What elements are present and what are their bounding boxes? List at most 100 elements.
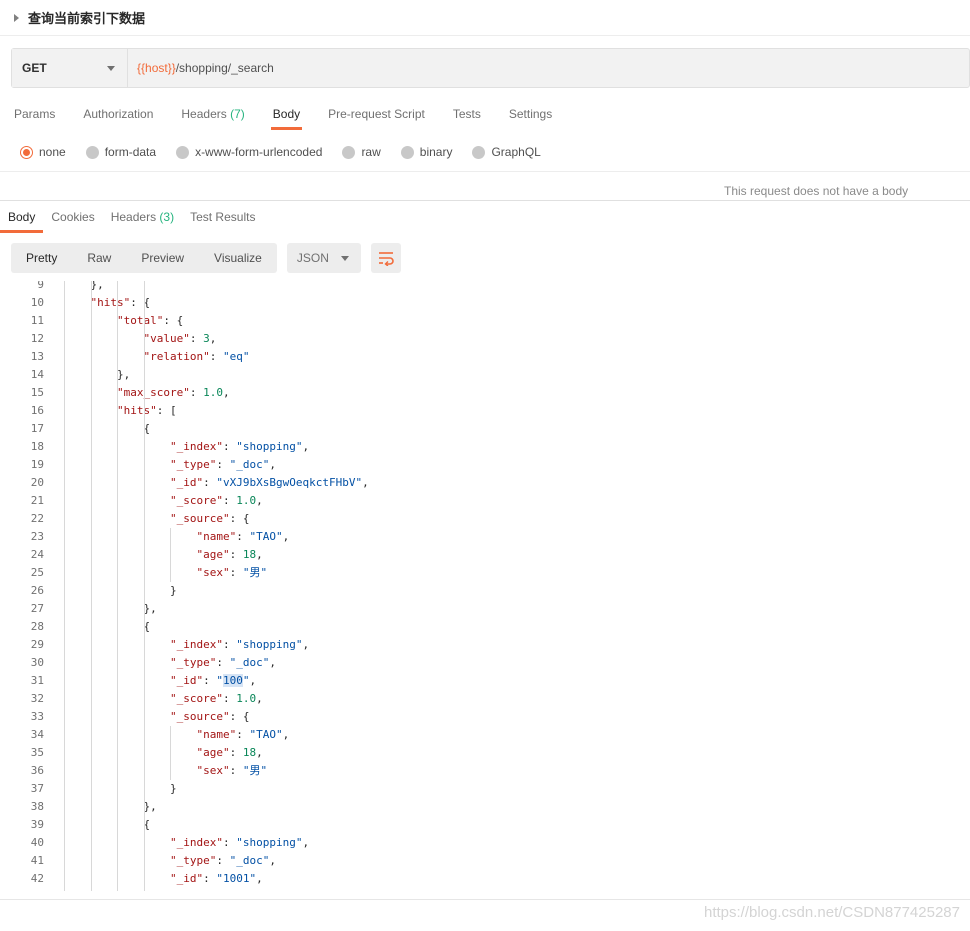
json-key: "value": [143, 332, 190, 345]
response-tab-test-results[interactable]: Test Results: [182, 203, 263, 233]
json-value: 18: [242, 746, 257, 759]
code-text: },: [144, 798, 157, 816]
code-text: "_id": "1001",: [170, 870, 263, 888]
code-text: "_index": "shopping",: [170, 438, 309, 456]
response-tab-headers[interactable]: Headers (3): [103, 203, 182, 233]
radio-button[interactable]: [176, 145, 190, 159]
format-label: JSON: [296, 251, 329, 265]
response-tab-cookies[interactable]: Cookies: [43, 203, 102, 233]
code-text: },: [91, 281, 104, 294]
code-text: "sex": "男": [197, 564, 268, 582]
json-key: "age": [196, 548, 230, 561]
response-tabs: Body Cookies Headers (3) Test Results: [0, 203, 263, 233]
json-value: 3: [203, 332, 210, 345]
json-punctuation: : {: [229, 710, 250, 723]
line-number: 38: [30, 800, 44, 813]
json-punctuation: },: [143, 800, 157, 813]
tab-pre-request-script[interactable]: Pre-request Script: [314, 100, 439, 130]
code-text: "sex": "男": [197, 762, 268, 780]
radio-button[interactable]: [342, 145, 356, 159]
line-number: 31: [30, 674, 44, 687]
tab-label: Pre-request Script: [328, 107, 425, 121]
tab-body[interactable]: Body: [259, 100, 314, 130]
line-number: 13: [30, 350, 44, 363]
code-text: "name": "TAO",: [197, 528, 290, 546]
line-number: 23: [30, 530, 44, 543]
code-text: }: [170, 780, 177, 798]
radio-button[interactable]: [20, 145, 33, 159]
collapse-caret-icon[interactable]: [14, 13, 19, 22]
line-number: 18: [30, 440, 44, 453]
format-select[interactable]: JSON: [286, 243, 361, 273]
body-type-raw[interactable]: raw: [342, 145, 381, 159]
radio-label: none: [39, 145, 66, 159]
body-type-none[interactable]: none: [20, 145, 66, 159]
json-key: "relation": [143, 350, 210, 363]
json-value: "shopping": [236, 440, 303, 453]
view-mode-visualize[interactable]: Visualize: [199, 243, 277, 273]
code-text: "_source": {: [170, 510, 249, 528]
json-punctuation: :: [222, 638, 237, 651]
json-punctuation: ,: [249, 674, 257, 687]
json-punctuation: :: [216, 854, 230, 867]
json-punctuation: },: [90, 281, 104, 291]
view-mode-preview[interactable]: Preview: [126, 243, 199, 273]
json-punctuation: :: [209, 350, 223, 363]
tab-params[interactable]: Params: [0, 100, 69, 130]
response-tab-body[interactable]: Body: [0, 203, 44, 233]
body-type-binary[interactable]: binary: [400, 145, 452, 159]
view-mode-pretty[interactable]: Pretty: [11, 243, 72, 273]
tab-label: Authorization: [83, 107, 154, 121]
json-punctuation: :: [203, 476, 217, 489]
json-punctuation: ,: [256, 746, 263, 759]
radio-button[interactable]: [400, 145, 414, 159]
json-punctuation: :: [222, 692, 237, 705]
tab-label: Body: [272, 107, 301, 121]
json-punctuation: : [: [156, 404, 177, 417]
json-punctuation: :: [222, 440, 237, 453]
json-value: "vXJ9bXsBgwOeqkctFHbV": [216, 476, 363, 489]
line-number: 40: [30, 836, 44, 849]
json-punctuation: },: [143, 602, 157, 615]
url-input[interactable]: {{host}}/shopping/_search: [128, 49, 274, 87]
radio-button[interactable]: [472, 145, 486, 159]
code-text: "_type": "_doc",: [170, 852, 276, 870]
json-punctuation: : {: [229, 512, 250, 525]
tab-label: Cookies: [51, 210, 95, 224]
tab-authorization[interactable]: Authorization: [69, 100, 167, 130]
request-title-bar[interactable]: 查询当前索引下数据: [0, 0, 970, 36]
json-punctuation: :: [222, 836, 237, 849]
line-number: 39: [30, 818, 44, 831]
line-number: 41: [30, 854, 44, 867]
indent-guide: [143, 281, 145, 891]
json-key: "hits": [117, 404, 157, 417]
tab-settings[interactable]: Settings: [495, 100, 566, 130]
view-mode-raw[interactable]: Raw: [72, 243, 126, 273]
json-punctuation: ,: [269, 458, 276, 471]
wrap-lines-button[interactable]: [370, 243, 401, 273]
code-text: "age": 18,: [197, 546, 263, 564]
tab-count-badge: (7): [230, 107, 245, 121]
code-text: "_source": {: [170, 708, 249, 726]
json-punctuation: ,: [269, 854, 276, 867]
body-type-form-data[interactable]: form-data: [85, 145, 156, 159]
view-mode-group: Pretty Raw Preview Visualize: [11, 243, 277, 273]
line-number: 17: [30, 422, 44, 435]
tab-tests[interactable]: Tests: [439, 100, 495, 130]
json-key: "name": [196, 530, 237, 543]
radio-button[interactable]: [85, 145, 99, 159]
json-key: "hits": [90, 296, 131, 309]
line-number: 25: [30, 566, 44, 579]
body-type-x-www-form-urlencoded[interactable]: x-www-form-urlencoded: [176, 145, 322, 159]
json-punctuation: ,: [282, 728, 290, 741]
json-punctuation: :: [229, 548, 243, 561]
body-type-graphql[interactable]: GraphQL: [472, 145, 541, 159]
json-value: "_doc": [229, 458, 270, 471]
json-key: "name": [196, 728, 237, 741]
tab-headers[interactable]: Headers (7): [167, 100, 258, 130]
json-punctuation: ,: [256, 872, 263, 885]
response-body-viewer[interactable]: 9}, 10 "hits": {11 "total": {12 "value": 3, 1…: [0, 281, 970, 891]
json-punctuation: :: [229, 746, 243, 759]
code-text: "max_score": 1.0,: [117, 384, 230, 402]
method-select[interactable]: GET: [12, 49, 128, 87]
